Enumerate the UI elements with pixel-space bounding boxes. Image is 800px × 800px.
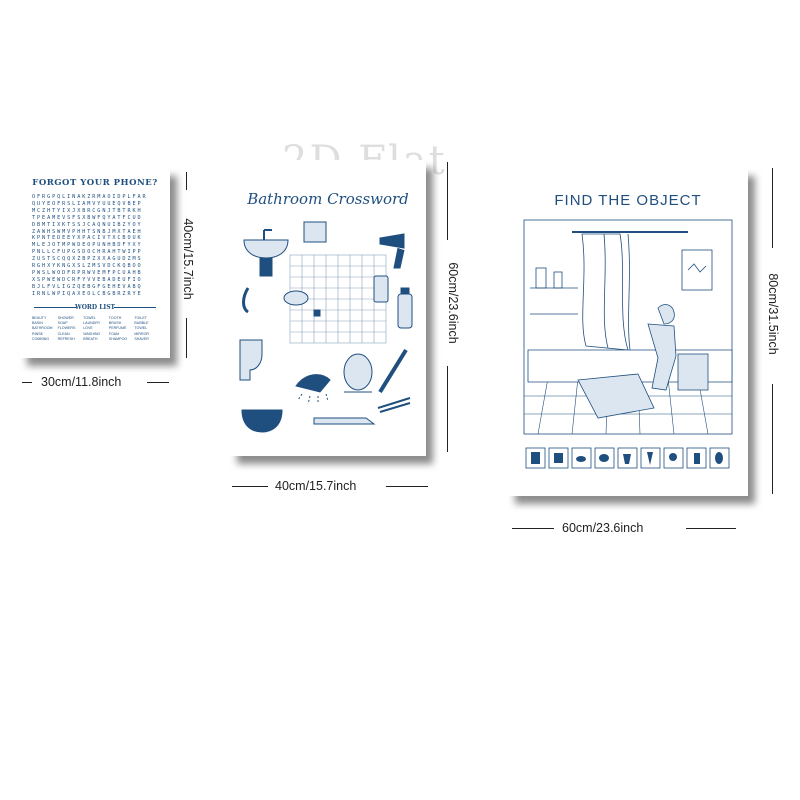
sponge-icon <box>283 290 309 306</box>
black-square <box>313 309 321 317</box>
toothpaste-icon <box>313 417 376 425</box>
word-search-poster: FORGOT YOUR PHONE? OFRGPQLINAKZRMAOIDPLF… <box>20 168 170 358</box>
toothbrush-icon <box>378 348 408 394</box>
sink-icon <box>243 239 289 259</box>
shelf <box>530 287 578 315</box>
p3-height-label: 80cm/31.5inch <box>766 273 780 355</box>
p3-width-label: 60cm/23.6inch <box>562 521 644 535</box>
bathroom-scene-illustration <box>523 219 733 469</box>
word-search-title: FORGOT YOUR PHONE? <box>32 178 158 188</box>
bottle-on-shelf <box>535 267 547 289</box>
p3-height-line-top <box>772 168 773 248</box>
p1-width-line-left <box>22 382 32 383</box>
word-list-item: COMBING <box>32 336 50 341</box>
crossword-poster: Bathroom Crossword <box>230 160 426 456</box>
word-list-item: SHAVER <box>134 336 149 341</box>
object-strip-icons <box>531 452 723 465</box>
wall-mirror <box>681 249 713 291</box>
p1-height-line-bottom <box>186 318 187 358</box>
word-list-item: SHAMPOO <box>108 336 128 341</box>
p3-height-line-bottom <box>772 384 773 494</box>
p3-width-line-left <box>512 528 554 529</box>
p2-height-line-top <box>447 162 448 240</box>
crossword-illustration <box>239 221 413 433</box>
p3-width-line-right <box>686 528 736 529</box>
p1-width-line-right <box>147 382 169 383</box>
person-head <box>657 304 675 325</box>
p1-width-label: 30cm/11.8inch <box>41 375 122 389</box>
p1-height-line-top <box>186 172 187 190</box>
word-list-item: REFRESH <box>57 336 75 341</box>
p2-height-line-bottom <box>447 366 448 452</box>
word-list-item: BREATH <box>83 336 98 341</box>
hair-dryer-icon <box>379 233 405 269</box>
p2-width-label: 40cm/15.7inch <box>275 479 357 493</box>
word-list-rule-right <box>114 307 156 308</box>
comb-icon <box>377 397 411 413</box>
bottle-icon <box>373 275 389 303</box>
p2-width-line-right <box>386 486 428 487</box>
towel-icon <box>303 221 327 243</box>
toilet-icon <box>239 339 263 381</box>
p2-width-line-left <box>232 486 268 487</box>
find-object-poster: FIND THE OBJECT <box>508 168 748 496</box>
p2-height-label: 60cm/23.6inch <box>446 262 460 344</box>
word-list: BEAUTY SHOWER TOWEL TOOTH TOILET BASIN SOAP LAU… <box>32 316 160 342</box>
hanging-towel <box>677 353 709 391</box>
letter-grid: OFRGPQLINAKZRMAOIDPLFAR QUYEOFRSLIAMVYUU… <box>32 194 148 297</box>
mirror-icon <box>343 353 373 391</box>
lotion-bottle-icon <box>397 293 413 329</box>
brush-icon <box>242 287 250 314</box>
shower-head-icon <box>295 374 331 393</box>
p1-height-label: 40cm/15.7inch <box>181 218 195 300</box>
bath-bowl-icon <box>241 409 283 433</box>
